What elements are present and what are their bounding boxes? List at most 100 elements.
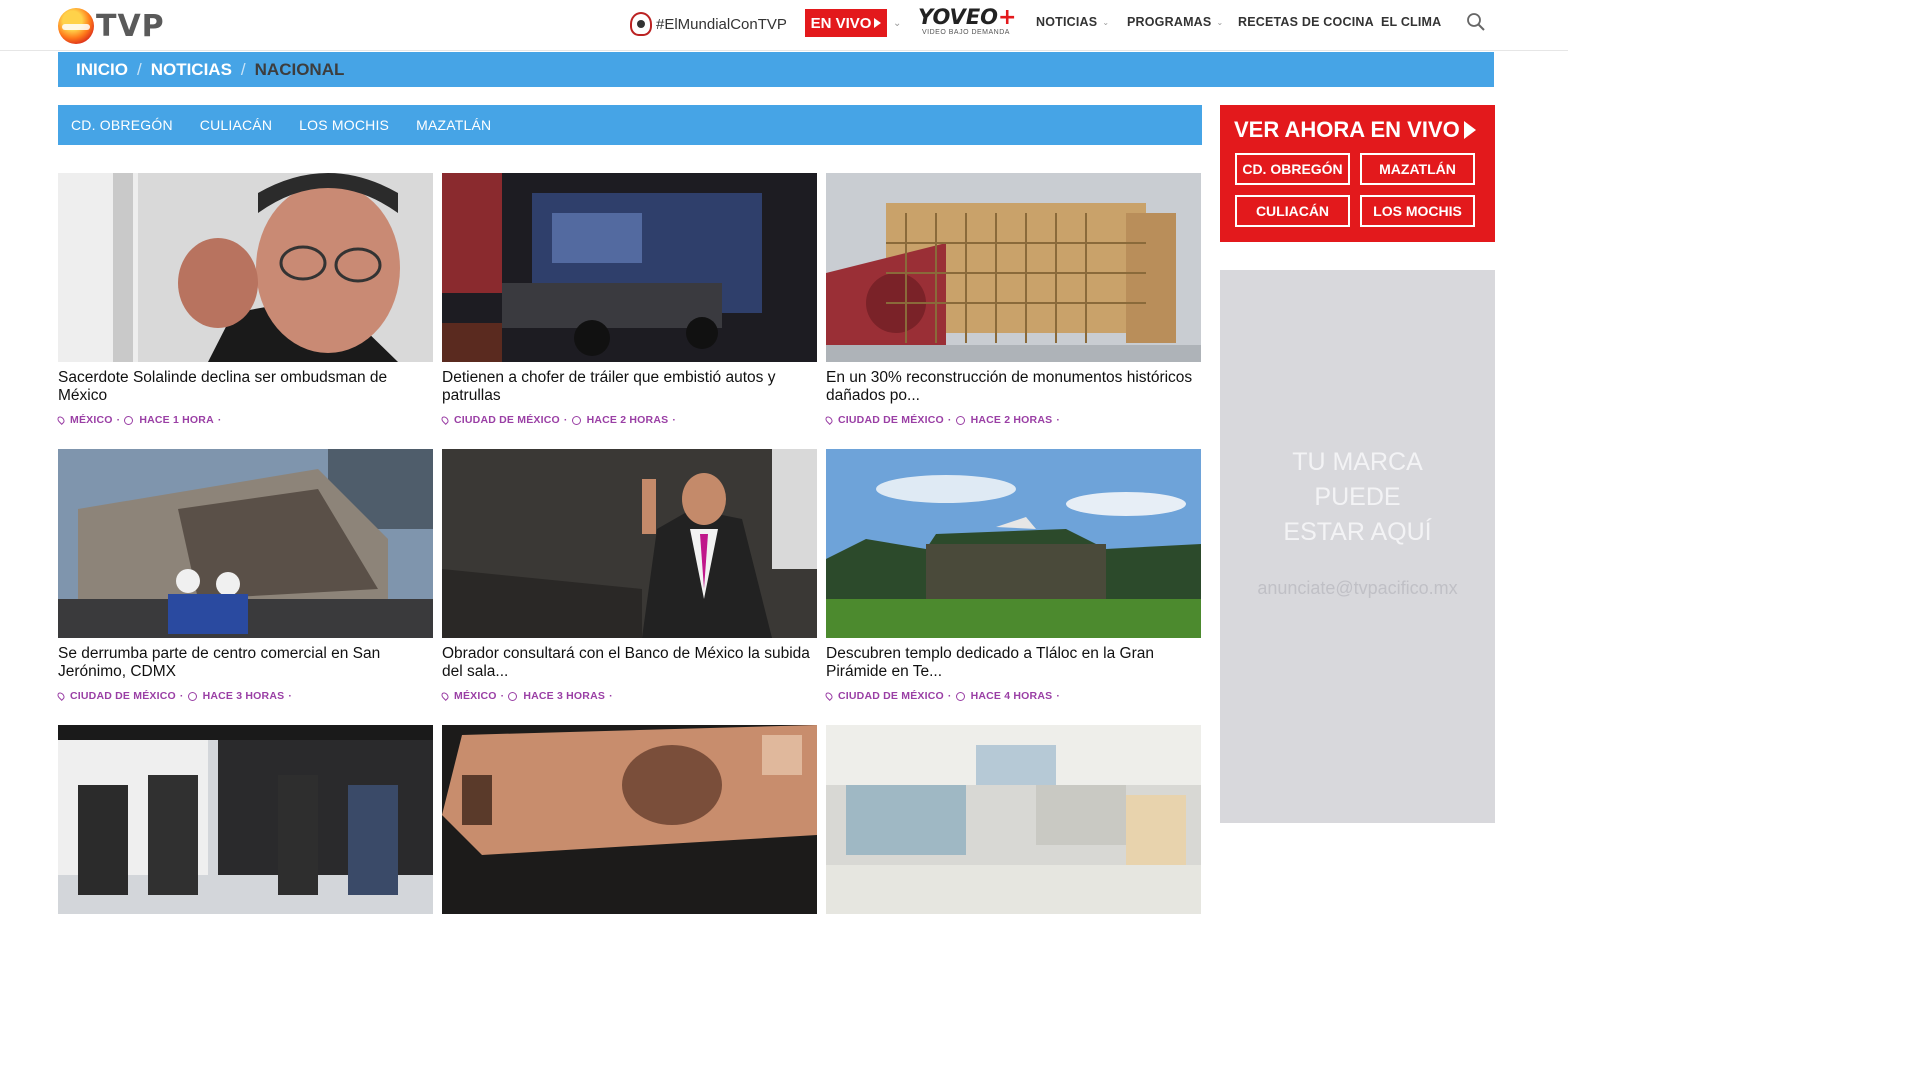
article-title[interactable]: En un 30% reconstrucción de monumentos h… xyxy=(826,369,1196,405)
mundial-hashtag-link[interactable]: #ElMundialConTVP xyxy=(630,12,787,36)
nav-item-noticias[interactable]: NOTICIAS ⌄ xyxy=(1036,15,1109,29)
site-header: TVP #ElMundialConTVP EN VIVO ⌄ YOVEO+ VI… xyxy=(0,0,1568,51)
meta-separator: · xyxy=(672,414,677,426)
location-pin-icon xyxy=(56,691,66,701)
breadcrumb-noticias[interactable]: NOTICIAS xyxy=(151,60,232,80)
article-title[interactable] xyxy=(58,921,428,957)
clock-icon xyxy=(955,415,965,425)
meta-separator: · xyxy=(116,414,121,426)
article-title[interactable]: Descubren templo dedicado a Tláloc en la… xyxy=(826,645,1196,681)
article-card[interactable] xyxy=(442,725,817,957)
article-card[interactable]: Descubren templo dedicado a Tláloc en la… xyxy=(824,449,1201,702)
article-thumbnail[interactable] xyxy=(826,725,1201,914)
yoveo-plus-mark: + xyxy=(998,5,1017,30)
live-button-culiacan[interactable]: CULIACÁN xyxy=(1235,195,1350,227)
city-link-obregon[interactable]: CD. OBREGÓN xyxy=(71,117,173,133)
location-pin-icon xyxy=(56,415,66,425)
article-location[interactable]: CIUDAD DE MÉXICO xyxy=(70,690,176,702)
meta-separator: · xyxy=(563,414,568,426)
breadcrumb: INICIO / NOTICIAS / NACIONAL xyxy=(58,52,1494,87)
live-now-label: VER AHORA EN VIVO xyxy=(1234,117,1460,142)
yoveo-subtitle: VIDEO BAJO DEMANDA xyxy=(922,29,1010,36)
article-location[interactable]: MÉXICO xyxy=(70,414,113,426)
meta-separator: · xyxy=(947,690,952,702)
nav-label: RECETAS DE COCINA xyxy=(1238,15,1374,29)
en-vivo-button[interactable]: EN VIVO xyxy=(805,9,887,37)
clock-icon xyxy=(508,691,518,701)
breadcrumb-inicio[interactable]: INICIO xyxy=(76,60,128,80)
article-card[interactable]: Sacerdote Solalinde declina ser ombudsma… xyxy=(56,173,433,426)
mundial-mascot-icon xyxy=(630,12,652,36)
article-time: HACE 1 HORA xyxy=(139,414,214,426)
breadcrumb-current: NACIONAL xyxy=(254,59,345,79)
article-location[interactable]: CIUDAD DE MÉXICO xyxy=(838,414,944,426)
chevron-down-icon[interactable]: ⌄ xyxy=(893,18,901,29)
clock-icon xyxy=(955,691,965,701)
live-button-obregon[interactable]: CD. OBREGÓN xyxy=(1235,153,1350,185)
hashtag-label: #ElMundialConTVP xyxy=(656,15,787,33)
live-button-los-mochis[interactable]: LOS MOCHIS xyxy=(1360,195,1475,227)
logo-text: TVP xyxy=(96,8,165,44)
meta-separator: · xyxy=(288,690,293,702)
article-meta: CIUDAD DE MÉXICO · HACE 4 HORAS · xyxy=(824,690,1201,702)
article-title[interactable] xyxy=(442,921,812,957)
nav-item-clima[interactable]: EL CLIMA xyxy=(1381,15,1441,29)
meta-separator: · xyxy=(500,690,505,702)
article-thumbnail[interactable] xyxy=(826,449,1201,638)
city-link-los-mochis[interactable]: LOS MOCHIS xyxy=(299,117,389,133)
article-time: HACE 2 HORAS xyxy=(970,414,1053,426)
ad-line: TU MARCA xyxy=(1292,448,1423,476)
article-card[interactable] xyxy=(58,725,433,957)
ad-placeholder[interactable]: TU MARCA PUEDE ESTAR AQUÍ anunciate@tvpa… xyxy=(1220,270,1495,823)
nav-item-programas[interactable]: PROGRAMAS ⌄ xyxy=(1127,15,1223,29)
article-title[interactable]: Se derrumba parte de centro comercial en… xyxy=(58,645,428,681)
city-link-culiacan[interactable]: CULIACÁN xyxy=(200,117,272,133)
yoveo-logo: YOVEO+ xyxy=(918,6,1020,29)
tvp-logo-icon xyxy=(58,8,94,44)
article-meta: CIUDAD DE MÉXICO · HACE 2 HORAS · xyxy=(440,414,817,426)
article-thumbnail[interactable] xyxy=(58,725,433,914)
nav-label: PROGRAMAS xyxy=(1127,15,1212,29)
article-meta: MÉXICO · HACE 1 HORA · xyxy=(56,414,433,426)
article-location[interactable]: CIUDAD DE MÉXICO xyxy=(838,690,944,702)
breadcrumb-separator: / xyxy=(136,59,142,79)
article-card[interactable] xyxy=(826,725,1201,957)
location-pin-icon xyxy=(824,691,834,701)
article-thumbnail[interactable] xyxy=(442,173,817,362)
article-title[interactable]: Detienen a chofer de tráiler que embisti… xyxy=(442,369,812,405)
ad-email[interactable]: anunciate@tvpacifico.mx xyxy=(1220,578,1495,599)
article-title[interactable]: Obrador consultará con el Banco de Méxic… xyxy=(442,645,812,681)
city-link-mazatlan[interactable]: MAZATLÁN xyxy=(416,117,491,133)
article-meta: MÉXICO · HACE 3 HORAS · xyxy=(440,690,817,702)
location-pin-icon xyxy=(824,415,834,425)
article-location[interactable]: MÉXICO xyxy=(454,690,497,702)
article-card[interactable]: Obrador consultará con el Banco de Méxic… xyxy=(440,449,817,702)
article-thumbnail[interactable] xyxy=(826,173,1201,362)
chevron-down-icon: ⌄ xyxy=(1102,17,1110,27)
city-filter-bar: CD. OBREGÓN CULIACÁN LOS MOCHIS MAZATLÁN xyxy=(58,105,1202,145)
site-logo[interactable]: TVP xyxy=(58,6,165,46)
article-thumbnail[interactable] xyxy=(58,449,433,638)
article-thumbnail[interactable] xyxy=(442,725,817,914)
live-button-mazatlan[interactable]: MAZATLÁN xyxy=(1360,153,1475,185)
search-icon[interactable] xyxy=(1466,12,1486,32)
article-card[interactable]: Se derrumba parte de centro comercial en… xyxy=(56,449,433,702)
live-now-title[interactable]: VER AHORA EN VIVO xyxy=(1234,117,1476,143)
article-location[interactable]: CIUDAD DE MÉXICO xyxy=(454,414,560,426)
article-title[interactable]: Sacerdote Solalinde declina ser ombudsma… xyxy=(58,369,428,405)
article-card[interactable]: En un 30% reconstrucción de monumentos h… xyxy=(824,173,1201,426)
nav-item-recetas[interactable]: RECETAS DE COCINA xyxy=(1238,15,1374,29)
play-icon xyxy=(874,18,882,28)
ad-text: TU MARCA PUEDE ESTAR AQUÍ xyxy=(1220,445,1495,550)
nav-label: EL CLIMA xyxy=(1381,15,1442,29)
en-vivo-label: EN VIVO xyxy=(810,14,872,32)
meta-separator: · xyxy=(217,414,222,426)
article-card[interactable]: Detienen a chofer de tráiler que embisti… xyxy=(440,173,817,426)
article-thumbnail[interactable] xyxy=(442,449,817,638)
article-thumbnail[interactable] xyxy=(58,173,433,362)
clock-icon xyxy=(571,415,581,425)
yoveo-logo-link[interactable]: YOVEO+ VIDEO BAJO DEMANDA xyxy=(918,6,1020,40)
ad-line: ESTAR AQUÍ xyxy=(1283,518,1432,546)
article-title[interactable] xyxy=(826,921,1196,957)
yoveo-logo-text: YOVEO xyxy=(918,5,999,29)
